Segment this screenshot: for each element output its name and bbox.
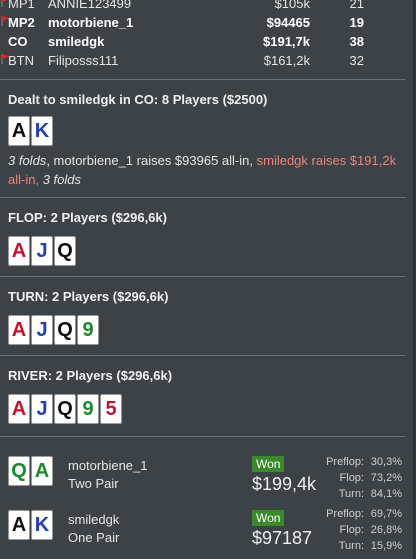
- playing-card: 9: [77, 394, 99, 424]
- flop-cards: AJQ: [8, 236, 76, 266]
- action-raise: , motorbiene_1 raises $93965 all-in,: [46, 153, 257, 168]
- hole-cards: AK: [8, 116, 53, 146]
- won-amount: $199,4k: [252, 474, 317, 494]
- playing-card: A: [8, 236, 30, 266]
- playing-card: 5: [100, 394, 122, 424]
- playing-card: A: [8, 394, 30, 424]
- result-cards: AK: [8, 510, 53, 540]
- result-row: AK smiledgk One Pair Won $97187 Preflop:…: [0, 508, 416, 552]
- river-heading: RIVER: 2 Players ($296,6k): [8, 368, 173, 383]
- playing-card: Q: [54, 394, 76, 424]
- divider: [0, 197, 406, 198]
- equity-table: Preflop: 69,7% Flop: 26,8% Turn: 15,9%: [326, 508, 402, 552]
- river-cards: AJQ95: [8, 394, 122, 424]
- player-table: MP1 ANNIE123499 $105k 21 MP2 motorbiene_…: [0, 0, 416, 70]
- player-bb: 38: [349, 34, 364, 49]
- preflop-heading: Dealt to smiledgk in CO: 8 Players ($250…: [8, 92, 268, 107]
- player-stack: $94465: [266, 15, 310, 30]
- result-cards: QA: [8, 456, 53, 486]
- playing-card: Q: [8, 456, 30, 486]
- result-player-name: smiledgk: [68, 512, 120, 527]
- divider: [0, 276, 406, 277]
- player-name: smiledgk: [48, 34, 105, 49]
- player-stack: $191,7k: [263, 34, 310, 49]
- playing-card: J: [31, 394, 53, 424]
- player-position: MP2: [8, 15, 35, 30]
- divider: [0, 79, 406, 80]
- player-name: ANNIE123499: [48, 0, 132, 11]
- playing-card: K: [31, 116, 53, 146]
- preflop-action: 3 folds, motorbiene_1 raises $93965 all-…: [8, 151, 408, 189]
- flop-heading: FLOP: 2 Players ($296,6k): [8, 210, 167, 225]
- playing-card: J: [31, 315, 53, 345]
- playing-card: Q: [54, 315, 76, 345]
- player-name: Filiposss111: [48, 53, 119, 68]
- player-stack: $105k: [274, 0, 310, 11]
- result-player-name: motorbiene_1: [68, 458, 148, 473]
- player-row[interactable]: MP2 motorbiene_1 $94465 19: [0, 13, 416, 32]
- player-bb: 19: [349, 15, 364, 30]
- playing-card: 9: [77, 315, 99, 345]
- playing-card: A: [8, 315, 30, 345]
- playing-card: J: [31, 236, 53, 266]
- won-badge: Won: [252, 456, 285, 472]
- player-bb: 21: [349, 0, 364, 11]
- player-name: motorbiene_1: [48, 15, 134, 30]
- playing-card: A: [8, 510, 30, 540]
- player-position: CO: [8, 34, 28, 49]
- action-folds: 3 folds: [8, 153, 47, 168]
- player-stack: $161,2k: [263, 53, 310, 68]
- won-badge: Won: [252, 510, 285, 526]
- player-row[interactable]: CO smiledgk $191,7k 38: [0, 32, 416, 51]
- player-row[interactable]: MP1 ANNIE123499 $105k 21: [0, 0, 416, 13]
- won-amount: $97187: [252, 528, 313, 548]
- turn-cards: AJQ9: [8, 315, 99, 345]
- turn-heading: TURN: 2 Players ($296,6k): [8, 289, 169, 304]
- result-row: QA motorbiene_1 Two Pair Won $199,4k Pre…: [0, 456, 416, 500]
- player-bb: 32: [349, 53, 364, 68]
- playing-card: Q: [54, 236, 76, 266]
- result-hand: Two Pair: [68, 476, 119, 491]
- playing-card: K: [31, 510, 53, 540]
- playing-card: A: [8, 116, 30, 146]
- result-hand: One Pair: [68, 530, 120, 545]
- divider: [0, 436, 406, 437]
- divider: [0, 355, 406, 356]
- equity-table: Preflop: 30,3% Flop: 73,2% Turn: 84,1%: [326, 456, 402, 500]
- player-position: MP1: [8, 0, 35, 11]
- player-position: BTN: [8, 53, 34, 68]
- action-folds: 3 folds: [42, 172, 82, 187]
- playing-card: A: [31, 456, 53, 486]
- player-row[interactable]: BTN Filiposss111 $161,2k 32: [0, 51, 416, 70]
